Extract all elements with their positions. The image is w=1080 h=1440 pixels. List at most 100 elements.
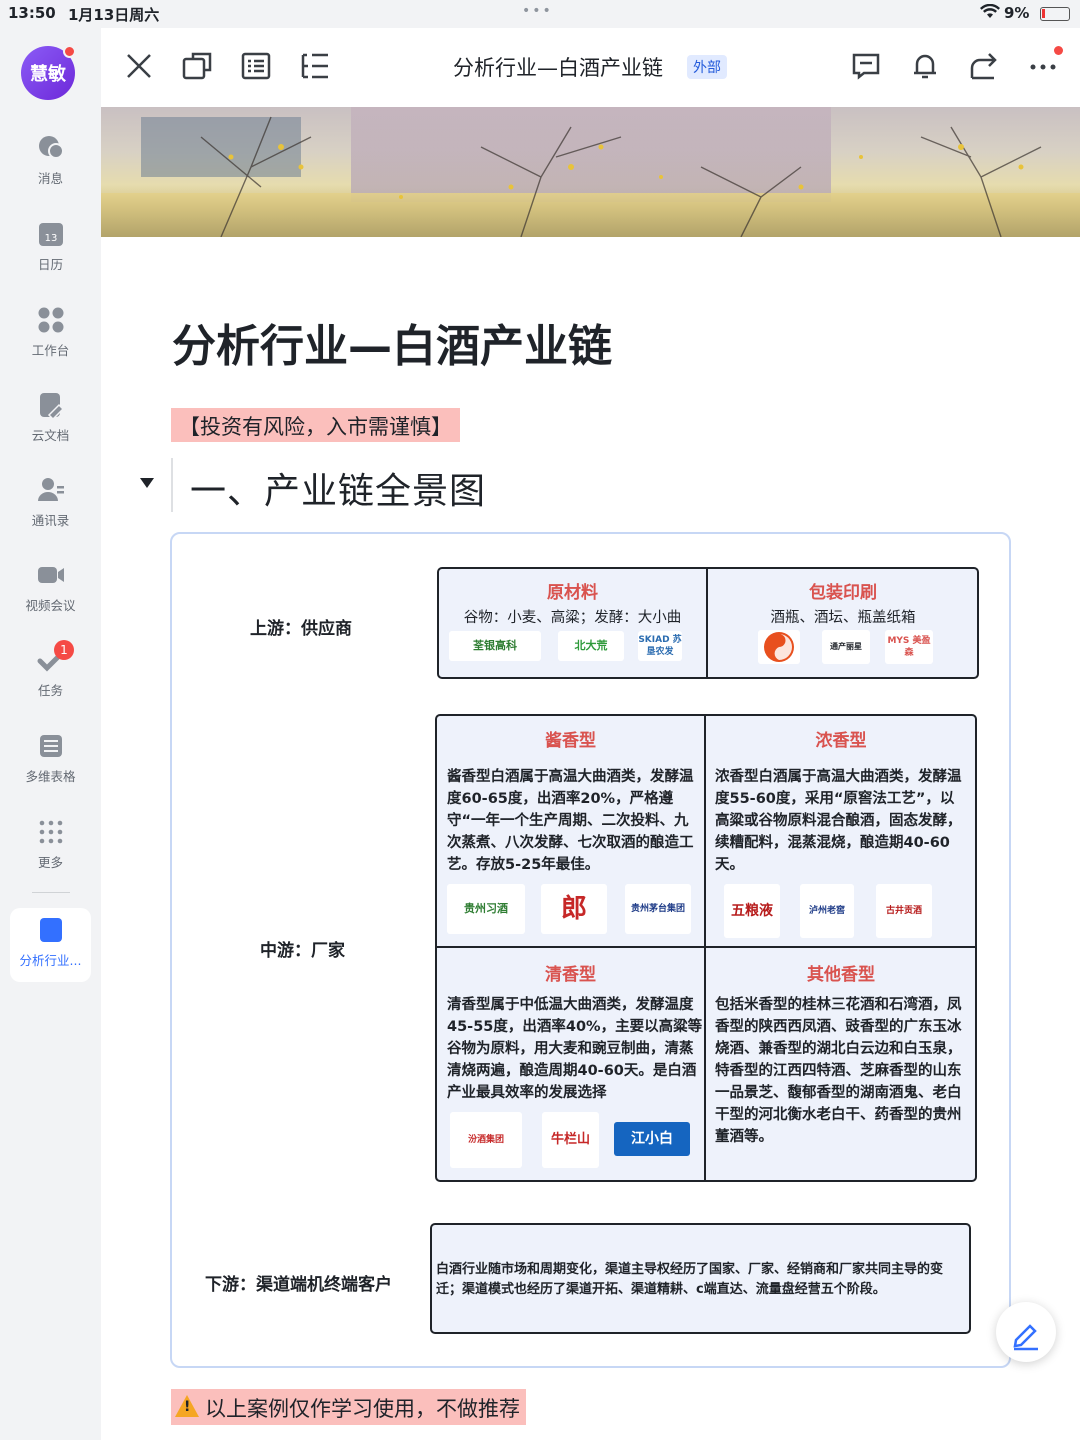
doc-heading-2: 一、产业链全景图 [190,471,487,512]
cell-text: 清香型属于中低温大曲酒类，发酵温度45-55度，出酒率40%，主要以高粱等谷物为… [447,997,703,1101]
rail-label: 通讯录 [31,513,70,528]
task-badge: 1 [54,640,74,660]
rail-item-more[interactable]: 更多 [0,818,101,888]
status-date: 1月13日周六 [68,6,160,24]
avatar[interactable]: 慧敏 [21,45,76,100]
rail-label: 更多 [37,855,63,870]
external-tag: 外部 [687,55,727,79]
logo: SKIAD 苏垦农发 [638,631,682,661]
cell-title: 其他香型 [807,965,875,985]
rail-item-messages[interactable]: 消息 [0,134,101,204]
grid-icon [38,307,63,333]
cell-title: 包装印刷 [809,583,877,603]
downstream-label: 下游：渠道端机终端客户 [205,1275,392,1295]
disclaimer-text: 以上案例仅作学习使用，不做推荐 [205,1397,520,1421]
doc-toolbar: 分析行业—白酒产业链 外部 [101,28,1080,107]
upstream-label: 上游：供应商 [250,619,352,639]
risk-warning: 【投资有风险，入市需谨慎】 [171,408,460,442]
multitask-dots-icon[interactable]: ••• [522,3,553,19]
warning-icon-mark: ! [184,1399,191,1415]
status-bar: 13:50 1月13日周六 ••• 9% [0,0,1080,28]
cover-image-branches [200,116,1042,237]
more-icon[interactable] [1027,50,1059,82]
rail-label: 视频会议 [25,598,76,613]
rail-item-video[interactable]: 视频会议 [0,561,101,631]
industry-chain-diagram: 上游：供应商 原材料 谷物：小麦、高粱；发酵：大小曲 荃银高科 北大荒 SKIA… [170,532,1011,1368]
cell-subtitle: 酒瓶、酒坛、瓶盖纸箱 [770,610,916,626]
share-icon[interactable] [968,50,1000,82]
disclaimer: ! 以上案例仅作学习使用，不做推荐 [171,1389,526,1425]
logo: 牛栏山 [542,1112,599,1168]
divider [704,716,706,1180]
rail-label: 日历 [37,257,63,272]
more-dots-icon [39,820,62,844]
doc-title: 分析行业—白酒产业链 [453,56,663,80]
logo: 通产丽星 [822,630,870,664]
status-time: 13:50 [8,4,56,22]
logo: 江小白 [614,1122,690,1156]
rail-label: 云文档 [31,428,70,443]
rail-item-workplace[interactable]: 工作台 [0,306,101,376]
close-icon[interactable] [123,50,155,82]
toc-icon[interactable] [299,50,331,82]
pencil-icon [1013,1324,1038,1351]
cell-text: 浓香型白酒属于高温大曲酒类，发酵温度55-60度，采用“原窖法工艺”，以高粱或谷… [715,769,962,873]
rail-item-current-doc[interactable]: 分析行业... [10,908,91,982]
window-icon[interactable] [181,50,213,82]
edit-button[interactable] [996,1302,1056,1362]
rail-divider [32,892,70,893]
heading-bar [171,458,173,512]
cell-title: 酱香型 [545,731,596,751]
cell-title: 浓香型 [815,731,867,751]
battery-percent: 9% [1004,4,1030,22]
contacts-icon [37,478,64,501]
notification-dot [63,45,76,58]
cell-text: 酱香型白酒属于高温大曲酒类，发酵温度60-65度，出酒率20%，严格遵守“一年一… [447,769,694,873]
cell-text: 包括米香型的桂林三花酒和石湾酒，凤香型的陕西西凤酒、豉香型的广东玉冰烧酒、兼香型… [715,997,962,1145]
logo: 荃银高科 [449,631,541,661]
outline-icon[interactable] [240,50,272,82]
rail-item-calendar[interactable]: 13 日历 [0,220,101,290]
logo: 汾酒集团 [450,1112,522,1168]
bell-icon[interactable] [909,50,941,82]
cell-title: 清香型 [545,965,596,985]
doc-tab-icon [39,918,62,942]
document-icon [39,393,64,419]
logo: MYS 美盈森 [885,630,933,664]
divider [437,946,975,948]
wifi-icon [980,3,1000,24]
logo: 泸州老窖 [800,884,854,938]
rail-label: 消息 [37,171,63,186]
comment-icon[interactable] [850,50,882,82]
downstream-text: 白酒行业随市场和周期变化，渠道主导权经历了国家、厂家、经销商和厂家共同主导的变迁… [436,1262,944,1297]
rail-item-tasks[interactable]: 1 任务 [0,640,101,716]
logo: 郎 [541,884,607,934]
logo: 五粮液 [724,884,780,938]
rail-item-base[interactable]: 多维表格 [0,732,101,802]
collapse-toggle-icon[interactable] [140,478,154,488]
rail-label: 分析行业... [19,953,82,968]
left-rail: 慧敏 消息 13 日历 工作台 云文档 通讯录 视频会议 1 任务 多维表格 更… [0,28,101,1440]
rail-item-contacts[interactable]: 通讯录 [0,476,101,546]
doc-heading-1: 分析行业—白酒产业链 [172,321,612,372]
rail-label: 任务 [37,683,63,698]
battery-icon [1040,7,1070,21]
logo: 北大荒 [558,631,624,661]
logo: 贵州习酒 [447,884,525,934]
table-icon [39,735,62,757]
logo: 古井贡酒 [876,884,932,938]
svg-text:13: 13 [44,233,57,244]
video-icon [37,567,64,583]
cell-subtitle: 谷物：小麦、高粱；发酵：大小曲 [463,610,682,626]
rail-label: 工作台 [31,343,70,358]
calendar-icon: 13 [38,223,63,246]
cell-title: 原材料 [547,583,598,603]
more-reddot [1054,46,1063,55]
rail-label: 多维表格 [25,769,76,784]
avatar-text: 慧敏 [30,64,66,85]
rail-item-docs[interactable]: 云文档 [0,391,101,461]
logo: 贵州茅台集团 [625,884,691,934]
logo-icon [758,630,800,664]
midstream-label: 中游：厂家 [260,941,345,961]
cover-image [101,107,1080,237]
